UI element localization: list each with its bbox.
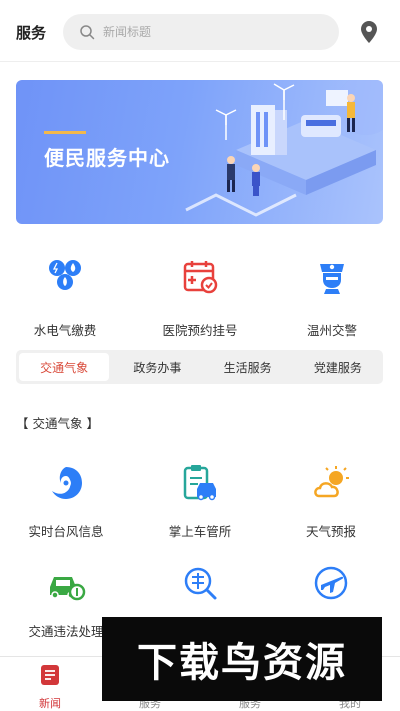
grid-item-vehicle-office[interactable]: 掌上车管所 [140, 463, 260, 540]
tab-party-services[interactable]: 党建服务 [293, 350, 383, 384]
news-icon [41, 665, 59, 685]
city-illustration-icon [185, 80, 383, 217]
traffic-violation-icon [50, 577, 86, 601]
service-utility-payment[interactable]: 水电气缴费 [0, 256, 130, 339]
weather-icon [314, 466, 349, 498]
watermark-text: 下载鸟资源 [137, 640, 347, 686]
grid-label: 实时台风信息 [28, 524, 104, 539]
category-tabs: 交通气象 政务办事 生活服务 党建服务 [16, 350, 383, 384]
header-bar: 服务 [0, 0, 400, 62]
tab-government-affairs[interactable]: 政务办事 [112, 350, 202, 384]
section-title: 【 交通气象 】 [16, 416, 99, 431]
service-hospital-appointment[interactable]: 医院预约挂号 [135, 256, 265, 339]
watermark-banner: 下载鸟资源 [102, 617, 382, 701]
search-icon [80, 25, 95, 40]
flight-icon [314, 566, 348, 600]
banner[interactable]: 便民服务中心 [16, 80, 383, 224]
service-label: 医院预约挂号 [162, 323, 238, 338]
tabbar-label: 新闻 [39, 697, 61, 710]
service-label: 温州交警 [306, 323, 357, 338]
page-title: 服务 [16, 24, 47, 42]
grid-item-weather[interactable]: 天气预报 [271, 463, 391, 540]
tab-life-services[interactable]: 生活服务 [203, 350, 293, 384]
location-icon[interactable] [360, 21, 378, 43]
traffic-police-icon [320, 264, 344, 294]
tab-traffic-weather[interactable]: 交通气象 [19, 353, 110, 381]
grid-item-flight[interactable] [271, 563, 391, 621]
grid-item-typhoon[interactable]: 实时台风信息 [6, 463, 126, 540]
tabbar-item-news[interactable]: 新闻 [0, 657, 100, 711]
utility-payment-icon [49, 260, 81, 290]
grid-label: 掌上车管所 [168, 524, 232, 539]
vehicle-office-icon [183, 465, 216, 501]
quick-services: 水电气缴费 医院预约挂号 温州交警 [0, 256, 400, 339]
typhoon-icon [52, 467, 82, 499]
highway-query-icon [184, 567, 217, 600]
search-box[interactable] [63, 14, 339, 50]
grid-label: 天气预报 [305, 524, 356, 539]
search-input[interactable] [103, 25, 303, 39]
service-traffic-police[interactable]: 温州交警 [267, 256, 397, 339]
banner-title: 便民服务中心 [44, 146, 170, 170]
grid-item-highway-query[interactable] [140, 563, 260, 621]
banner-accent-line [44, 131, 86, 134]
service-label: 水电气缴费 [33, 323, 97, 338]
hospital-appointment-icon [183, 261, 218, 294]
